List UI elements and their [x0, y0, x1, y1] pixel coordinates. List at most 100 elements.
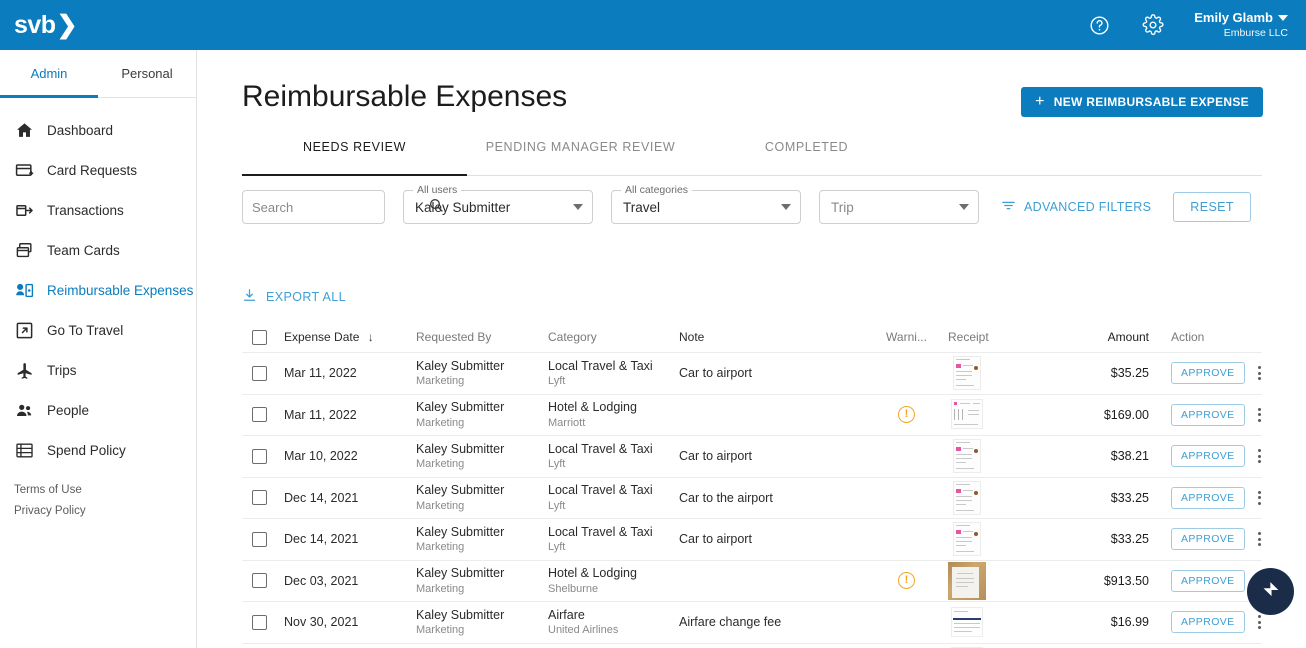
sidebar-item-transactions[interactable]: Transactions	[0, 190, 196, 230]
column-action[interactable]: Action	[1161, 330, 1262, 344]
svb-logo[interactable]: svb ❯	[14, 10, 78, 40]
sidebar-item-people[interactable]: People	[0, 390, 196, 430]
receipt-thumbnail[interactable]	[948, 644, 986, 648]
approve-button[interactable]: APPROVE	[1171, 445, 1245, 468]
sidebar-item-label: Dashboard	[47, 122, 114, 138]
receipt-thumbnail[interactable]	[948, 395, 986, 434]
reset-button[interactable]: RESET	[1173, 192, 1251, 222]
category-name: Local Travel & Taxi	[548, 358, 653, 373]
select-all-checkbox[interactable]	[252, 329, 267, 345]
new-expense-label: NEW REIMBURSABLE EXPENSE	[1053, 95, 1249, 109]
row-checkbox-cell	[242, 531, 284, 547]
user-org: Emburse LLC	[1223, 26, 1288, 39]
sidebar-item-label: People	[47, 402, 90, 418]
tab-pending-manager-review[interactable]: PENDING MANAGER REVIEW	[467, 140, 694, 175]
sidebar-nav: Dashboard Card Requests Transactions Tea…	[0, 98, 196, 470]
table-row[interactable]: Nov 30, 2021 Kaley Submitter Marketing Airf…	[242, 601, 1262, 643]
row-overflow-menu-icon[interactable]	[1255, 446, 1264, 466]
user-menu[interactable]: Emily Glamb Emburse LLC	[1194, 10, 1288, 39]
table-row[interactable]: Dec 14, 2021 Kaley Submitter Marketing Loca…	[242, 476, 1264, 519]
row-checkbox[interactable]	[252, 490, 267, 506]
approve-button[interactable]: APPROVE	[1171, 403, 1245, 426]
cell-note: Airfare change fee	[679, 615, 782, 630]
sidebar-item-trips[interactable]: Trips	[0, 350, 196, 390]
approve-button[interactable]: APPROVE	[1171, 362, 1245, 385]
receipt-thumbnail[interactable]	[948, 603, 986, 642]
gear-icon[interactable]	[1140, 12, 1166, 38]
sidebar-item-go-to-travel[interactable]: Go To Travel	[0, 310, 196, 350]
sidebar-tab-admin-label: Admin	[30, 66, 68, 81]
row-checkbox[interactable]	[252, 407, 267, 423]
row-checkbox[interactable]	[252, 448, 267, 464]
column-requested-by[interactable]: Requested By	[416, 330, 548, 344]
all-categories-label: All categories	[621, 184, 693, 196]
merchant-name: Shelburne	[548, 582, 599, 595]
cell-amount: $16.99	[1110, 615, 1149, 630]
table-row[interactable]: Mar 11, 2022 Kaley Submitter Marketing Hote…	[242, 393, 1264, 436]
table-row[interactable]: Dec 14, 2021 Kaley Submitter Marketing Loca…	[242, 518, 1262, 560]
row-checkbox[interactable]	[252, 531, 267, 547]
requester-name: Kaley Submitter	[416, 441, 505, 456]
trip-dropdown[interactable]: Trip	[819, 190, 979, 224]
row-overflow-menu-icon[interactable]	[1255, 612, 1264, 632]
sidebar-tab-personal[interactable]: Personal	[98, 50, 196, 97]
help-circle-icon[interactable]	[1086, 12, 1112, 38]
column-note[interactable]: Note	[679, 330, 874, 344]
all-users-label: All users	[413, 184, 462, 196]
search-box[interactable]	[242, 190, 443, 224]
category-name: Local Travel & Taxi	[548, 483, 653, 498]
receipt-thumbnail[interactable]	[948, 354, 986, 393]
sidebar-item-spend-policy[interactable]: Spend Policy	[0, 430, 196, 470]
reset-label: RESET	[1190, 200, 1234, 214]
row-overflow-menu-icon[interactable]	[1255, 488, 1264, 508]
tab-completed[interactable]: COMPLETED	[694, 140, 919, 175]
sidebar-item-team-cards[interactable]: Team Cards	[0, 230, 196, 270]
receipt-thumbnail[interactable]	[948, 478, 986, 517]
row-overflow-menu-icon[interactable]	[1255, 405, 1264, 425]
cell-category: Local Travel & Taxi Lyft	[548, 482, 679, 513]
all-users-dropdown[interactable]: All users Kaley Submitter	[403, 184, 593, 224]
approve-button[interactable]: APPROVE	[1171, 528, 1245, 551]
row-overflow-menu-icon[interactable]	[1255, 363, 1264, 383]
table-row[interactable]: Dec 03, 2021 Kaley Submitter Marketing Hote…	[242, 559, 1262, 602]
column-warning[interactable]: Warni...	[874, 330, 939, 344]
row-checkbox-cell	[242, 490, 284, 506]
sidebar-item-reimbursable-expenses[interactable]: Reimbursable Expenses	[0, 270, 196, 310]
approve-button[interactable]: APPROVE	[1171, 569, 1245, 592]
export-all-button[interactable]: EXPORT ALL	[242, 288, 346, 306]
requester-name: Kaley Submitter	[416, 358, 505, 373]
column-expense-date[interactable]: Expense Date ↓	[284, 330, 416, 344]
export-all-label: EXPORT ALL	[266, 290, 346, 304]
row-checkbox[interactable]	[252, 573, 267, 589]
sidebar-item-dashboard[interactable]: Dashboard	[0, 110, 196, 150]
warning-icon[interactable]: !	[898, 406, 915, 424]
home-icon	[14, 120, 34, 140]
row-overflow-menu-icon[interactable]	[1255, 529, 1264, 549]
row-checkbox[interactable]	[252, 614, 267, 630]
new-reimbursable-expense-button[interactable]: + NEW REIMBURSABLE EXPENSE	[1021, 87, 1263, 117]
merchant-name: Lyft	[548, 499, 566, 512]
sidebar-item-card-requests[interactable]: Card Requests	[0, 150, 196, 190]
table-row[interactable]: Nov 13, 2021Kaley SubmitterMarketingHote…	[242, 642, 1262, 648]
support-fab-button[interactable]	[1247, 568, 1294, 615]
column-receipt[interactable]: Receipt	[939, 330, 1033, 344]
search-input[interactable]	[252, 199, 428, 215]
table-row[interactable]: Mar 10, 2022 Kaley Submitter Marketing Loca…	[242, 435, 1262, 477]
approve-button[interactable]: APPROVE	[1171, 486, 1245, 509]
receipt-thumbnail[interactable]	[948, 561, 986, 600]
column-amount[interactable]: Amount	[1033, 330, 1161, 344]
category-name: Local Travel & Taxi	[548, 524, 653, 539]
tab-needs-review[interactable]: NEEDS REVIEW	[242, 140, 467, 176]
terms-of-use-link[interactable]: Terms of Use	[14, 484, 86, 496]
row-checkbox[interactable]	[252, 365, 267, 381]
column-category[interactable]: Category	[548, 330, 679, 344]
all-categories-dropdown[interactable]: All categories Travel	[611, 184, 801, 224]
table-row[interactable]: Mar 11, 2022 Kaley Submitter Marketing Loca…	[242, 352, 1262, 394]
advanced-filters-button[interactable]: ADVANCED FILTERS	[1001, 198, 1151, 216]
sidebar-tab-admin[interactable]: Admin	[0, 50, 98, 98]
approve-button[interactable]: APPROVE	[1171, 611, 1245, 634]
receipt-thumbnail[interactable]	[948, 520, 986, 559]
warning-icon[interactable]: !	[898, 572, 915, 590]
privacy-policy-link[interactable]: Privacy Policy	[14, 505, 86, 517]
receipt-thumbnail[interactable]	[948, 437, 986, 476]
